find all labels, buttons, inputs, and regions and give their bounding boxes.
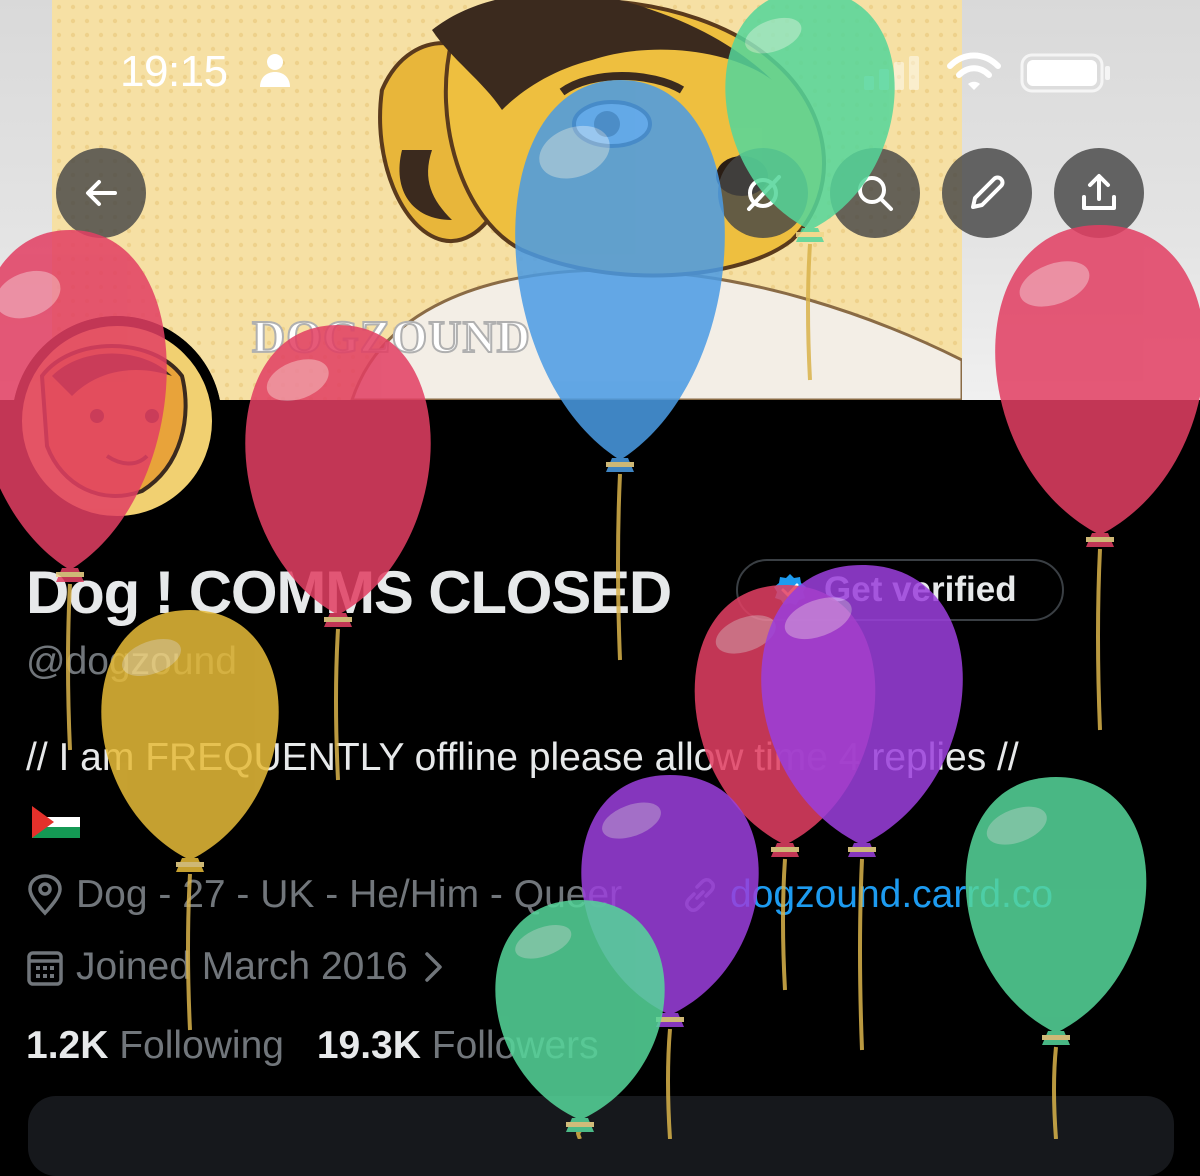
followers-link[interactable]: 19.3K Followers [317, 1024, 599, 1067]
follow-stats: 1.2K Following 19.3K Followers [26, 1024, 599, 1068]
following-label: Following [119, 1024, 284, 1067]
search-button[interactable] [830, 148, 920, 238]
get-verified-button[interactable]: Get verified [736, 559, 1064, 621]
back-arrow-icon [86, 180, 117, 206]
share-icon [1082, 174, 1116, 210]
battery-icon [1020, 53, 1110, 93]
wifi-icon [947, 52, 1001, 90]
location-pin-icon [28, 874, 62, 916]
website-link-text[interactable]: dogzound.carrd.co [730, 873, 1053, 917]
search-icon [858, 176, 893, 211]
profile-handle: @dogzound [26, 640, 237, 683]
signal-icon [864, 56, 919, 90]
person-icon [260, 54, 290, 87]
grok-button[interactable] [718, 148, 808, 238]
profile-website-link[interactable]: dogzound.carrd.co [680, 870, 1053, 920]
following-link[interactable]: 1.2K Following [26, 1024, 295, 1067]
palestine-flag-icon [32, 806, 80, 838]
followers-count: 19.3K [316, 1024, 421, 1067]
balloon [694, 585, 876, 991]
balloon [581, 775, 759, 1139]
verified-badge-icon [774, 574, 806, 605]
following-count: 1.2K [26, 1024, 109, 1067]
back-button[interactable] [56, 148, 146, 238]
avatar-image [12, 316, 222, 526]
profile-bio: // I am FREQUENTLY offline please allow … [26, 736, 1019, 779]
joined-date-text: Joined March 2016 [76, 945, 408, 988]
edit-button[interactable] [942, 148, 1032, 238]
display-name: Dog ! COMMS CLOSED [26, 559, 672, 626]
status-clock: 19:15 [120, 47, 228, 96]
bottom-card[interactable] [28, 1096, 1174, 1176]
calendar-icon [27, 951, 63, 986]
pencil-icon [971, 175, 1005, 209]
followers-label: Followers [431, 1024, 599, 1067]
profile-joined[interactable]: Joined March 2016 [26, 942, 448, 992]
banner-watermark: DOGZOUND [252, 311, 531, 362]
balloon [761, 565, 963, 1051]
chevron-right-icon [424, 952, 442, 982]
get-verified-label: Get verified [824, 570, 1017, 609]
share-button[interactable] [1054, 148, 1144, 238]
grok-icon [747, 175, 781, 211]
balloon [965, 777, 1147, 1139]
location-text: Dog - 27 - UK - He/Him - Queer [76, 873, 623, 916]
link-icon [685, 878, 715, 912]
profile-location: Dog - 27 - UK - He/Him - Queer [26, 870, 622, 920]
avatar[interactable] [12, 316, 222, 526]
